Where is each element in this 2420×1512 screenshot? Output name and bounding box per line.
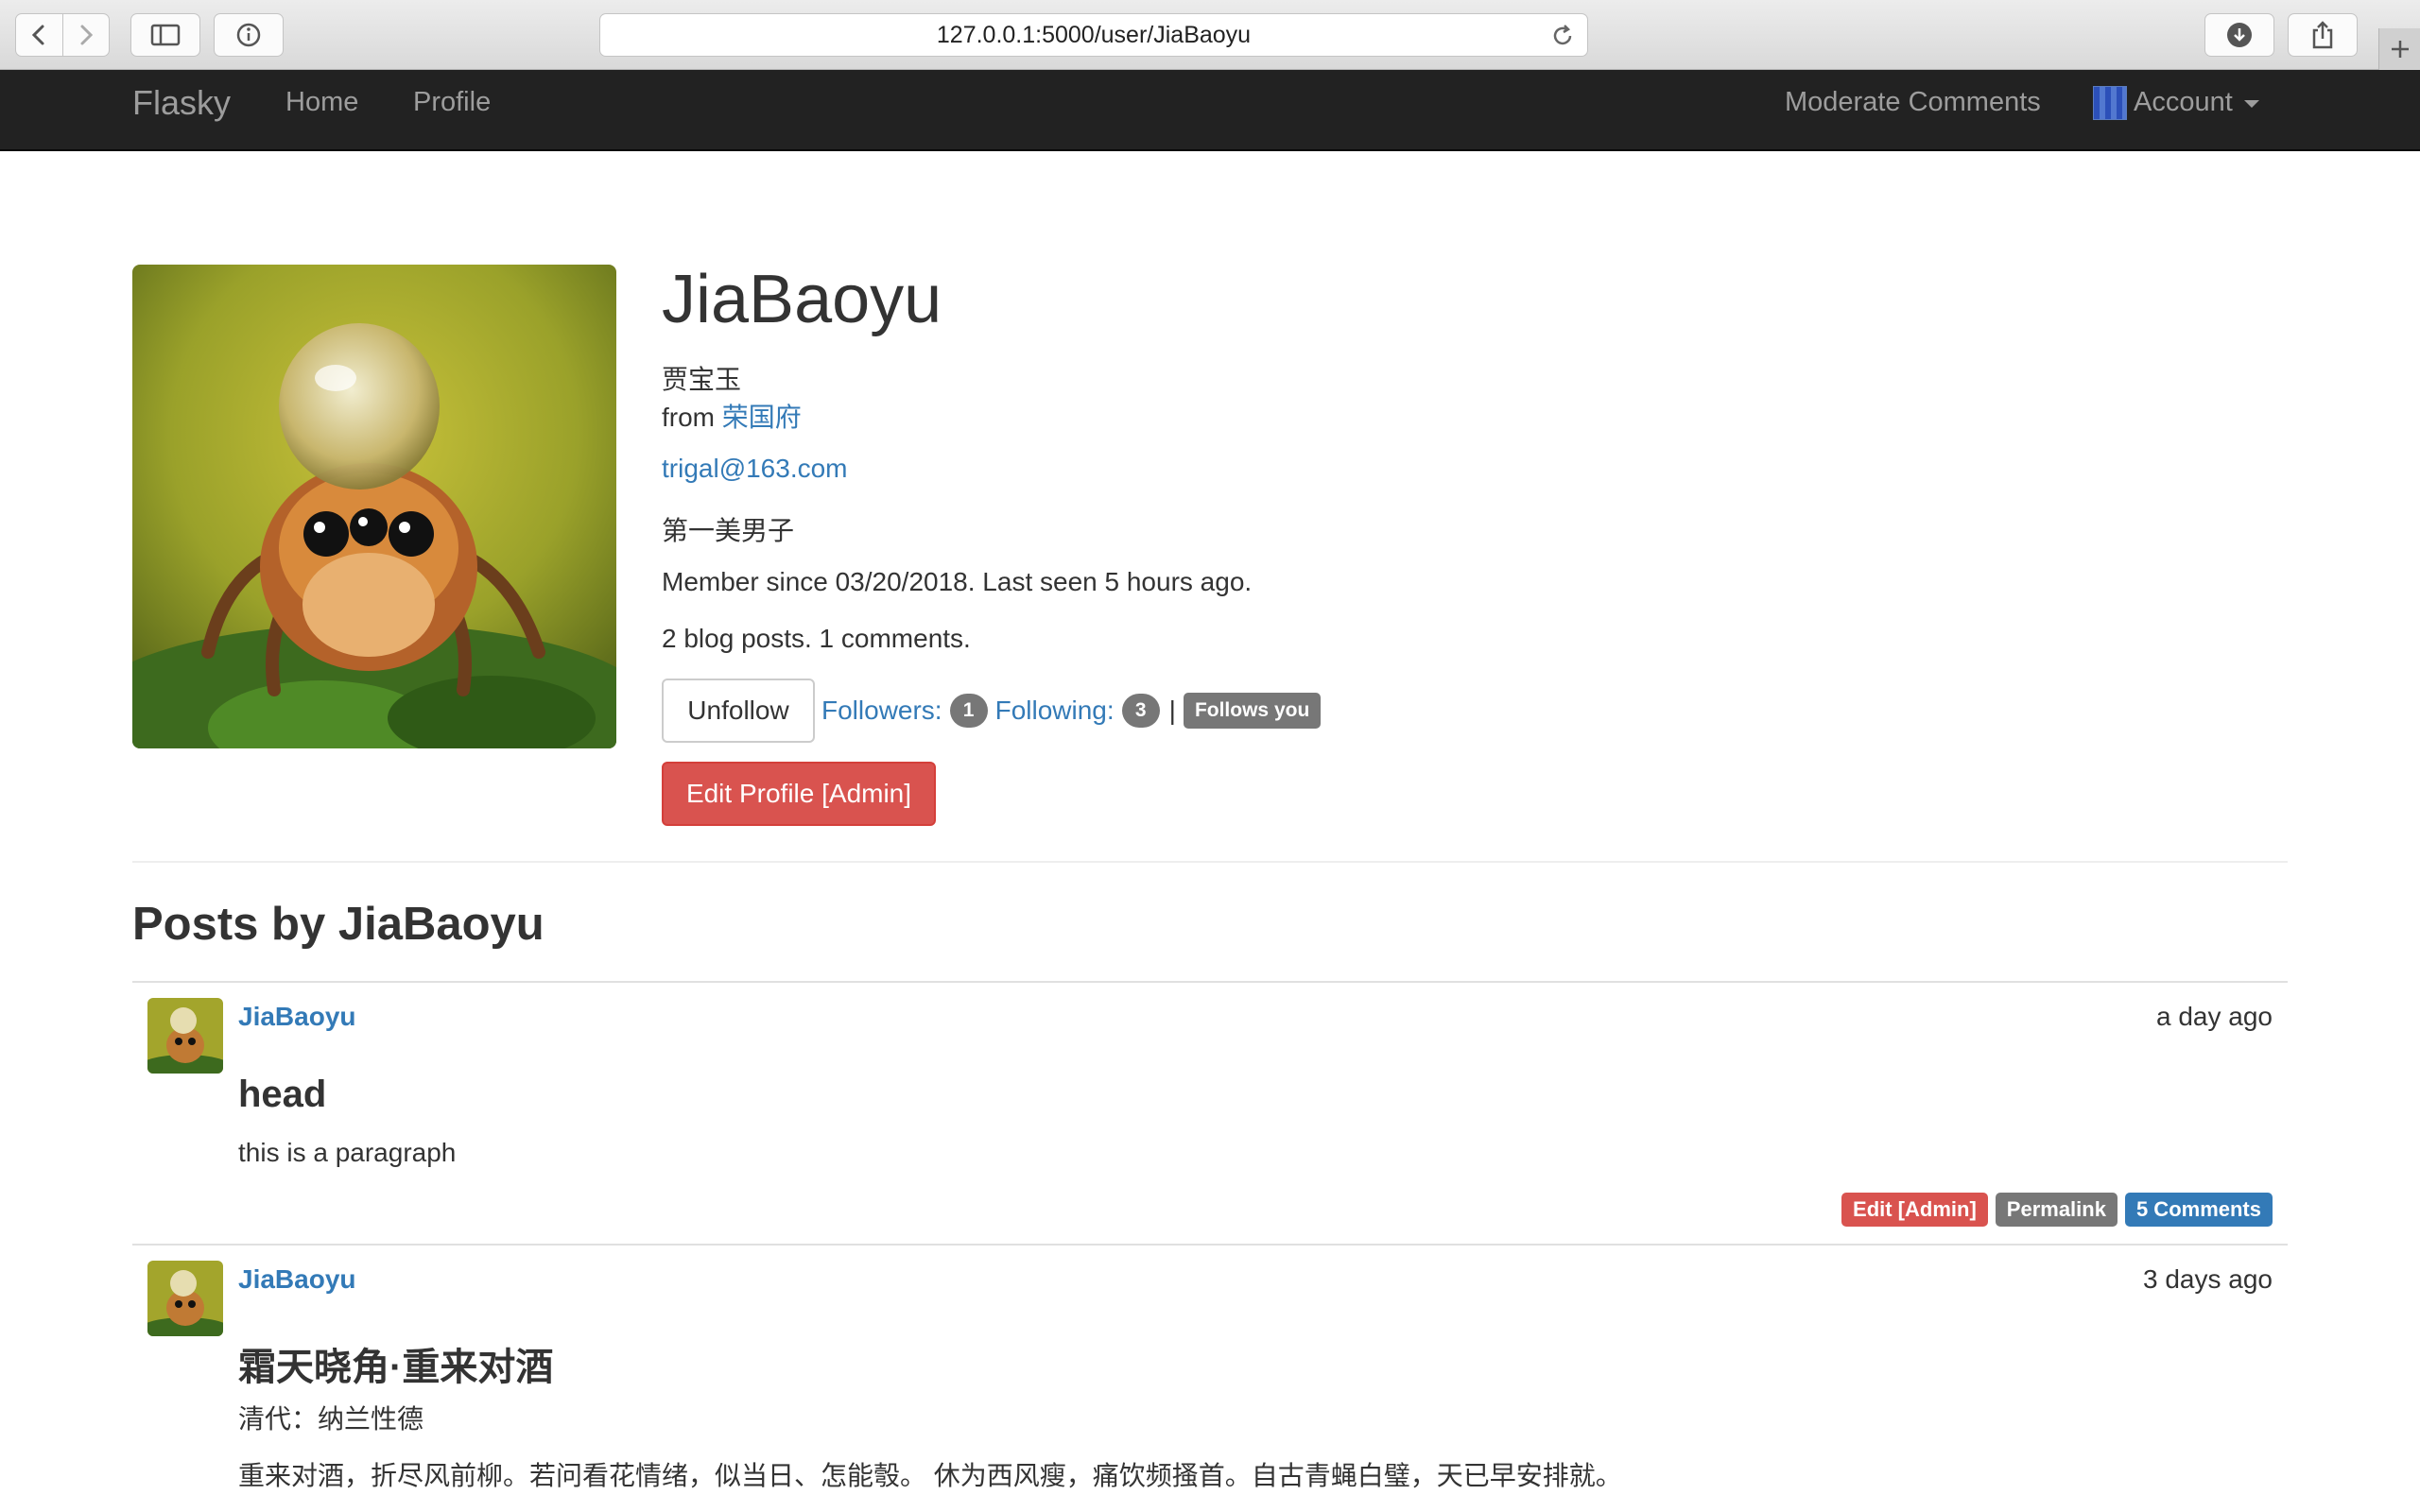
site-info-button[interactable]	[214, 13, 284, 57]
post-item: JiaBaoyu 3 days ago 霜天晓角·重来对酒 清代：纳兰性德 重来…	[132, 1244, 2288, 1512]
post-comment-counts: 2 blog posts. 1 comments.	[662, 624, 971, 653]
profile-avatar	[132, 265, 616, 748]
info-icon	[236, 23, 261, 47]
post-divider	[132, 981, 2288, 983]
followers-link[interactable]: Followers:	[821, 696, 942, 726]
post-item: JiaBaoyu a day ago head this is a paragr…	[132, 981, 2288, 1244]
nav-account[interactable]: Account	[2134, 87, 2233, 118]
following-badge: 3	[1121, 694, 1160, 728]
plus-icon	[2391, 41, 2409, 58]
post-date: a day ago	[2156, 1002, 2273, 1031]
post-author-link[interactable]: JiaBaoyu	[238, 1002, 356, 1032]
share-icon	[2312, 21, 2333, 49]
caret-down-icon[interactable]	[2244, 100, 2259, 108]
posts-heading: Posts by JiaBaoyu	[132, 899, 544, 950]
post-body-paragraph: 清代：纳兰性德	[238, 1404, 424, 1434]
share-button[interactable]	[2288, 13, 2358, 57]
forward-button[interactable]	[61, 14, 109, 56]
member-info: Member since 03/20/2018. Last seen 5 hou…	[662, 567, 1253, 596]
profile-real-name: 贾宝玉	[662, 365, 742, 394]
account-avatar	[2093, 86, 2127, 120]
post-divider	[132, 1244, 2288, 1246]
post-body-paragraph: 重来对酒，折尽风前柳。若问看花情绪，似当日、怎能彀。 休为西风瘦，痛饮频搔首。自…	[238, 1461, 1622, 1490]
post-author-link[interactable]: JiaBaoyu	[238, 1264, 356, 1295]
post-title: 霜天晓角·重来对酒	[238, 1347, 554, 1388]
email-line: trigal@163.com	[662, 454, 848, 484]
follows-you-label: Follows you	[1183, 693, 1322, 729]
nav-profile[interactable]: Profile	[413, 87, 491, 118]
sidebar-icon	[150, 24, 181, 46]
post-author-avatar[interactable]	[147, 1261, 223, 1336]
post-date: 3 days ago	[2143, 1264, 2273, 1294]
nav-home[interactable]: Home	[285, 87, 358, 118]
edit-profile-admin-button[interactable]: Edit Profile [Admin]	[662, 762, 936, 826]
profile-username: JiaBaoyu	[662, 262, 942, 337]
back-button[interactable]	[16, 14, 62, 56]
reload-icon[interactable]	[1549, 23, 1576, 56]
sidebar-button[interactable]	[130, 13, 200, 57]
chevron-left-icon	[32, 25, 44, 45]
address-bar[interactable]: 127.0.0.1:5000/user/JiaBaoyu	[599, 13, 1588, 57]
post-actions: Edit [Admin] Permalink 5 Comments	[1841, 1193, 2273, 1227]
following-link[interactable]: Following:	[995, 696, 1115, 726]
profile-location-line: from 荣国府	[662, 397, 802, 435]
from-label: from	[662, 403, 715, 432]
separator: |	[1168, 696, 1176, 725]
top-navbar: Flasky Home Profile Moderate Comments Ac…	[0, 70, 2420, 151]
post-title: head	[238, 1074, 327, 1115]
unfollow-button[interactable]: Unfollow	[662, 679, 815, 743]
edit-post-admin-button[interactable]: Edit [Admin]	[1841, 1193, 1988, 1227]
follow-stats: Followers: 1 Following: 3 | Follows you	[821, 690, 1322, 731]
email-link[interactable]: trigal@163.com	[662, 454, 848, 483]
browser-toolbar: 127.0.0.1:5000/user/JiaBaoyu	[0, 0, 2420, 70]
post-author-avatar[interactable]	[147, 998, 223, 1074]
followers-badge: 1	[949, 694, 988, 728]
chevron-right-icon	[80, 25, 94, 45]
about-me: 第一美男子	[662, 516, 795, 545]
location-link[interactable]: 荣国府	[722, 403, 802, 432]
history-nav	[15, 13, 110, 57]
nav-moderate-comments[interactable]: Moderate Comments	[1785, 87, 2041, 118]
divider	[132, 861, 2288, 863]
brand-link[interactable]: Flasky	[132, 83, 231, 123]
permalink-button[interactable]: Permalink	[1995, 1193, 2118, 1227]
comments-button[interactable]: 5 Comments	[2124, 1193, 2273, 1227]
url-text: 127.0.0.1:5000/user/JiaBaoyu	[936, 21, 1252, 48]
downloads-button[interactable]	[2204, 13, 2274, 57]
post-body-paragraph: this is a paragraph	[238, 1138, 457, 1167]
new-tab-button[interactable]	[2378, 28, 2420, 70]
download-icon	[2227, 23, 2252, 47]
